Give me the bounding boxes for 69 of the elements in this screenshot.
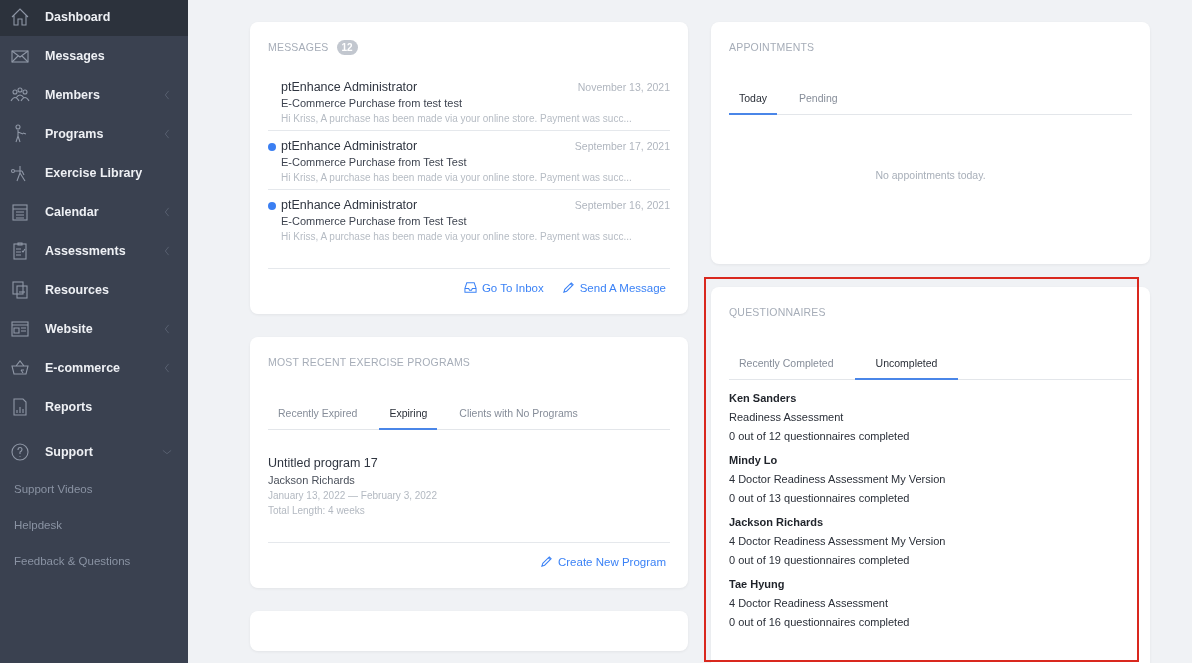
tab[interactable]: Recently Expired xyxy=(268,401,368,430)
sidebar-item[interactable]: Resources xyxy=(0,270,188,309)
message-subject: E-Commerce Purchase from Test Test xyxy=(281,156,468,168)
tab[interactable]: Expiring xyxy=(379,401,438,430)
message-sender: ptEnhance Administrator xyxy=(281,80,418,94)
completed-count-text: 0 out of 16 questionnaires completed xyxy=(729,616,911,628)
message-sender: ptEnhance Administrator xyxy=(281,198,418,212)
send-message-link[interactable]: Send A Message xyxy=(561,281,666,294)
card-title: MESSAGES xyxy=(268,41,329,53)
sidebar-item[interactable]: Programs xyxy=(0,114,188,153)
questionnaire-name: Readiness Assessment xyxy=(729,411,845,423)
message-count-badge: 12 xyxy=(336,39,358,55)
questionnaire-name: 4 Doctor Readiness Assessment My Version xyxy=(729,473,947,485)
tab[interactable]: Clients with No Programs xyxy=(449,401,588,430)
browser-window-icon xyxy=(10,318,30,339)
message-item[interactable]: ptEnhance Administrator November 13, 2021 E-Commerce Purchase from test test Hi Kriss, A purchase has been made via your online store. Payment was succ... xyxy=(268,72,670,131)
message-sender: ptEnhance Administrator xyxy=(281,139,418,153)
sidebar-item[interactable]: Dashboard xyxy=(0,0,188,36)
message-item[interactable]: ptEnhance Administrator September 16, 2021 E-Commerce Purchase from Test Test Hi Kriss, A purchase has been made via your online store. Payment was succ... xyxy=(268,190,670,268)
program-length: Total Length: 4 weeks xyxy=(268,505,366,516)
card-title: APPOINTMENTS xyxy=(729,41,815,53)
questionnaire-name: 4 Doctor Readiness Assessment My Version xyxy=(729,535,947,547)
report-icon xyxy=(10,396,30,417)
message-date: September 17, 2021 xyxy=(574,140,670,152)
message-subject: E-Commerce Purchase from Test Test xyxy=(281,215,468,227)
sidebar-item[interactable]: Messages xyxy=(0,36,188,75)
documents-icon xyxy=(10,279,30,300)
client-name: Jackson Richards xyxy=(729,516,825,528)
pencil-icon xyxy=(561,281,575,294)
message-item[interactable]: ptEnhance Administrator September 17, 2021 E-Commerce Purchase from Test Test Hi Kriss, A purchase has been made via your online store. Payment was succ... xyxy=(268,131,670,190)
sidebar-item[interactable]: Calendar xyxy=(0,192,188,231)
card-title: MOST RECENT EXERCISE PROGRAMS xyxy=(268,356,471,368)
message-preview: Hi Kriss, A purchase has been made via your online store. Payment was succ... xyxy=(281,172,633,183)
tab[interactable]: Pending xyxy=(789,86,848,115)
message-date: September 16, 2021 xyxy=(574,199,670,211)
message-subject: E-Commerce Purchase from test test xyxy=(281,97,463,109)
tab[interactable]: Uncompleted xyxy=(854,351,959,380)
go-to-inbox-link[interactable]: Go To Inbox xyxy=(463,281,544,294)
tab[interactable]: Recently Completed xyxy=(729,351,855,380)
sidebar-item[interactable]: Reports xyxy=(0,387,188,426)
completed-count-text: 0 out of 12 questionnaires completed xyxy=(729,430,911,442)
empty-message: No appointments today. xyxy=(874,169,987,181)
client-name: Mindy Lo xyxy=(729,454,779,466)
message-preview: Hi Kriss, A purchase has been made via your online store. Payment was succ... xyxy=(281,113,633,124)
sidebar-item[interactable]: Website xyxy=(0,309,188,348)
sidebar-item[interactable]: Exercise Library xyxy=(0,153,188,192)
completed-count-text: 0 out of 13 questionnaires completed xyxy=(729,492,911,504)
help-icon xyxy=(10,441,30,462)
inbox-tray-icon xyxy=(463,281,477,294)
message-date: November 13, 2021 xyxy=(577,81,670,93)
completed-count-text: 0 out of 19 questionnaires completed xyxy=(729,554,911,566)
sidebar-item[interactable]: Support xyxy=(0,432,188,471)
tab[interactable]: Today xyxy=(729,86,778,115)
home-icon xyxy=(10,6,30,27)
sidebar-item[interactable]: Members xyxy=(0,75,188,114)
client-name: Tae Hyung xyxy=(729,578,786,590)
clipboard-icon xyxy=(10,240,30,261)
create-program-link[interactable]: Create New Program xyxy=(540,555,666,568)
program-name: Untitled program 17 xyxy=(268,456,379,470)
sidebar-item[interactable]: E-commerce xyxy=(0,348,188,387)
card-title: QUESTIONNAIRES xyxy=(729,306,826,318)
program-client: Jackson Richards xyxy=(268,474,356,486)
questionnaire-name: 4 Doctor Readiness Assessment xyxy=(729,597,889,609)
message-preview: Hi Kriss, A purchase has been made via your online store. Payment was succ... xyxy=(281,231,633,242)
client-name: Ken Sanders xyxy=(729,392,798,404)
calendar-icon xyxy=(10,201,30,222)
program-dates: January 13, 2022 — February 3, 2022 xyxy=(268,490,438,501)
sidebar-item[interactable]: Assessments xyxy=(0,231,188,270)
pencil-icon xyxy=(540,555,553,568)
